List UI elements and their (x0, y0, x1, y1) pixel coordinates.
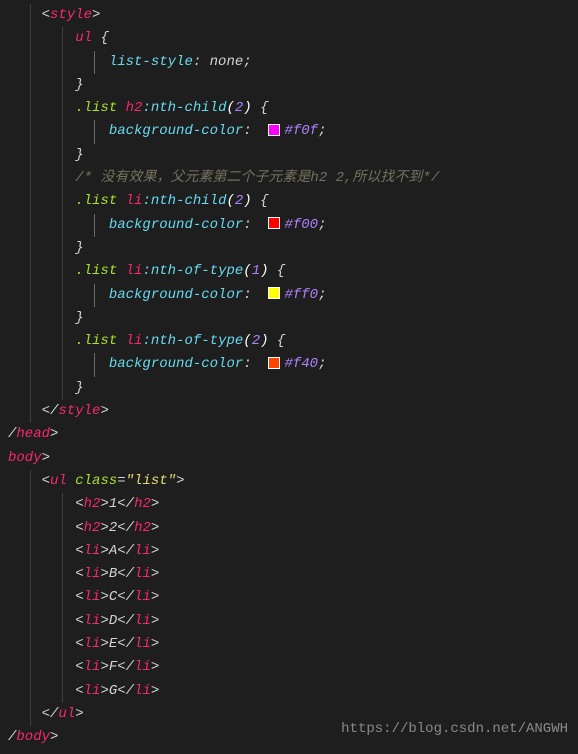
code-line[interactable]: <li>E</li> (8, 633, 578, 656)
code-line[interactable]: <li>A</li> (8, 540, 578, 563)
code-line[interactable]: .list li:nth-of-type(1) { (8, 260, 578, 283)
code-line[interactable]: background-color: #f0f; (8, 120, 578, 143)
code-line[interactable]: background-color: #f00; (8, 214, 578, 237)
code-line[interactable]: } (8, 377, 578, 400)
code-line[interactable]: <li>G</li> (8, 680, 578, 703)
code-line[interactable]: list-style: none; (8, 51, 578, 74)
code-line[interactable]: <li>F</li> (8, 656, 578, 679)
code-editor[interactable]: <style> ul { list-style: none; } .list h… (0, 0, 578, 754)
code-line[interactable]: <li>D</li> (8, 610, 578, 633)
code-line[interactable]: ul { (8, 27, 578, 50)
code-line[interactable]: <h2>2</h2> (8, 517, 578, 540)
code-line[interactable]: <ul class="list"> (8, 470, 578, 493)
code-line[interactable]: .list h2:nth-child(2) { (8, 97, 578, 120)
code-line[interactable]: </style> (8, 400, 578, 423)
code-line[interactable]: <li>C</li> (8, 586, 578, 609)
code-line[interactable]: background-color: #f40; (8, 353, 578, 376)
code-line[interactable]: .list li:nth-of-type(2) { (8, 330, 578, 353)
code-line[interactable]: } (8, 74, 578, 97)
code-line[interactable]: } (8, 237, 578, 260)
code-line[interactable]: <h2>1</h2> (8, 493, 578, 516)
code-line[interactable]: <style> (8, 4, 578, 27)
watermark: https://blog.csdn.net/ANGWH (341, 721, 568, 737)
code-line[interactable]: /head> (8, 423, 578, 446)
code-line[interactable]: body> (8, 447, 578, 470)
code-line[interactable]: } (8, 307, 578, 330)
code-line[interactable]: <li>B</li> (8, 563, 578, 586)
code-line[interactable]: background-color: #ff0; (8, 284, 578, 307)
code-line[interactable]: /* 没有效果，父元素第二个子元素是h2 2,所以找不到*/ (8, 167, 578, 190)
code-line[interactable]: } (8, 144, 578, 167)
code-line[interactable]: .list li:nth-child(2) { (8, 190, 578, 213)
